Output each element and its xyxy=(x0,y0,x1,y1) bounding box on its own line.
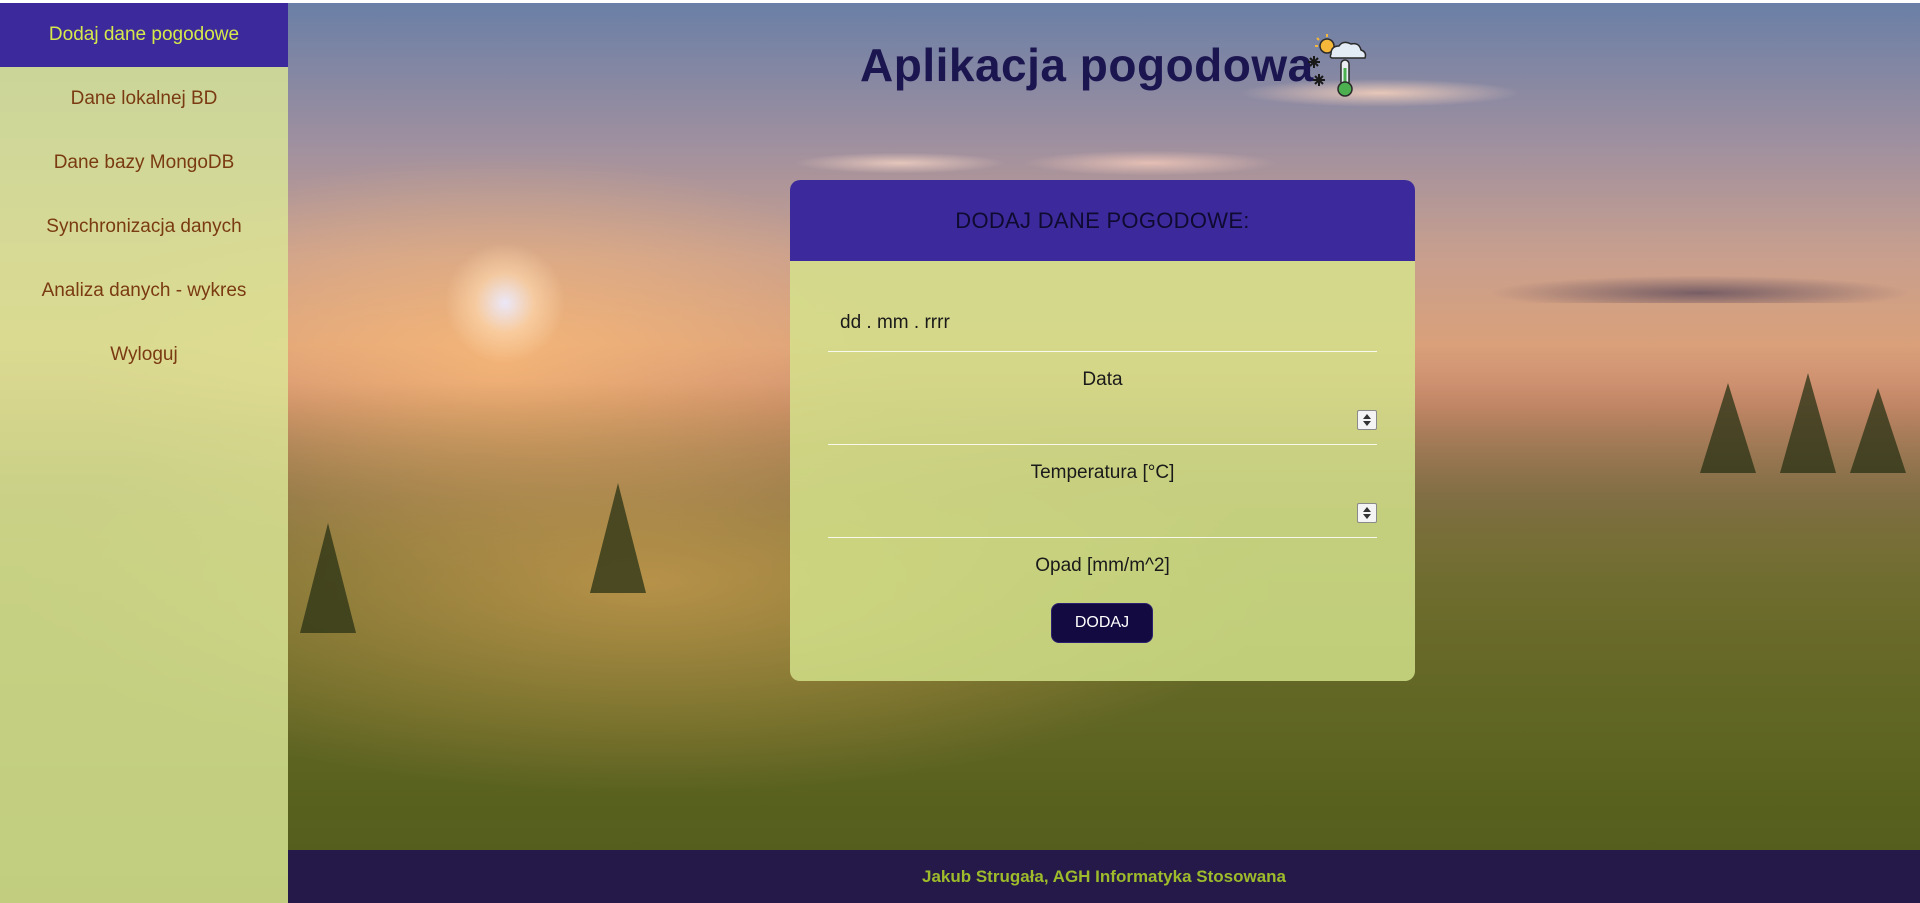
precipitation-field[interactable] xyxy=(828,493,1377,538)
temperature-field[interactable] xyxy=(828,400,1377,445)
sidebar-item-add-weather-data[interactable]: Dodaj dane pogodowe xyxy=(0,3,288,67)
add-weather-form-card: DODAJ DANE POGODOWE: dd . mm . rrrr Data… xyxy=(790,180,1415,681)
sidebar-item-data-analysis-chart[interactable]: Analiza danych - wykres xyxy=(0,259,288,323)
date-field[interactable]: dd . mm . rrrr xyxy=(828,306,1377,352)
weather-snow-sun-thermometer-icon xyxy=(1308,34,1367,97)
temperature-spinner[interactable] xyxy=(1357,410,1377,430)
footer-credits: Jakub Strugała, AGH Informatyka Stosowan… xyxy=(921,866,1286,886)
footer: Jakub Strugała, AGH Informatyka Stosowan… xyxy=(288,850,1920,903)
precipitation-spinner[interactable] xyxy=(1357,503,1377,523)
precipitation-label: Opad [mm/m^2] xyxy=(1035,555,1170,576)
sidebar-item-local-db-data[interactable]: Dane lokalnej BD xyxy=(0,67,288,131)
background-tree xyxy=(1780,373,1836,473)
background-tree xyxy=(300,523,356,633)
background-tree xyxy=(590,483,646,593)
background-tree xyxy=(1700,383,1756,473)
form-header: DODAJ DANE POGODOWE: xyxy=(790,180,1415,261)
date-input[interactable]: dd . mm . rrrr xyxy=(840,312,950,334)
add-button[interactable]: DODAJ xyxy=(1051,603,1153,643)
background-tree xyxy=(1850,388,1906,473)
temperature-label: Temperatura [°C] xyxy=(1030,462,1175,483)
sidebar-item-logout[interactable]: Wyloguj xyxy=(0,323,288,387)
page-title: Aplikacja pogodowa xyxy=(860,39,1314,91)
date-label: Data xyxy=(1082,369,1123,390)
sidebar-item-mongodb-data[interactable]: Dane bazy MongoDB xyxy=(0,131,288,195)
sidebar-nav: Dodaj dane pogodowe Dane lokalnej BD Dan… xyxy=(0,3,288,903)
sidebar-item-data-sync[interactable]: Synchronizacja danych xyxy=(0,195,288,259)
